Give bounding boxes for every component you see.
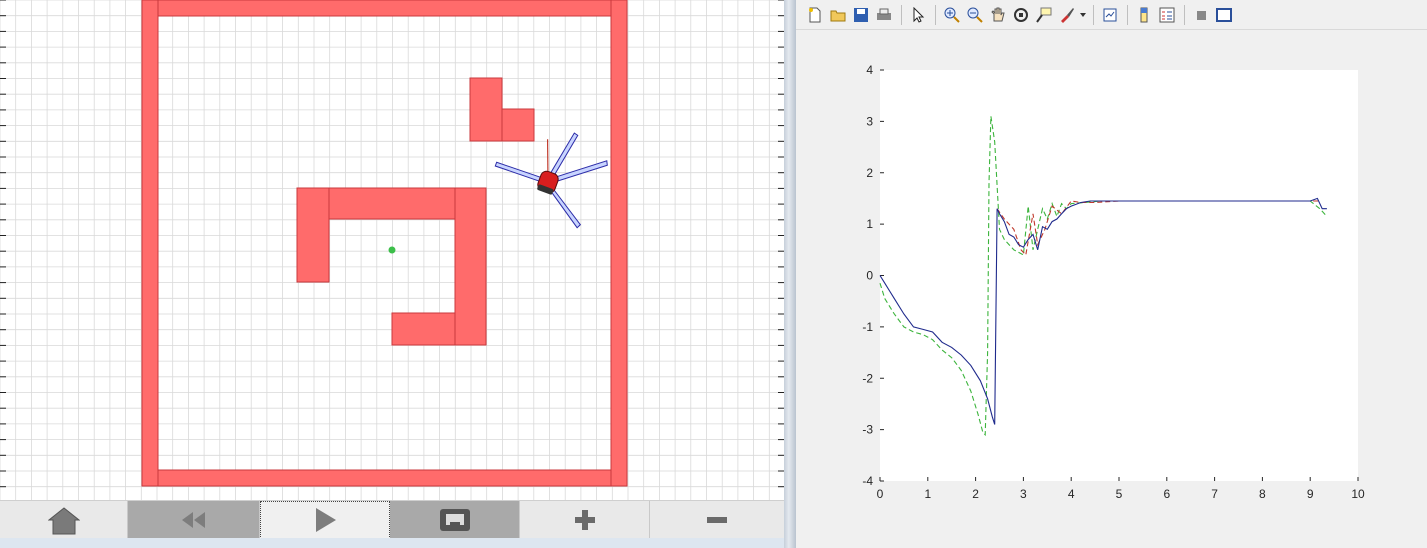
y-tick-label: 2 — [866, 166, 873, 180]
plus-icon — [574, 510, 595, 530]
x-tick-label: 6 — [1163, 487, 1170, 501]
minus-icon — [707, 517, 727, 523]
print-icon[interactable] — [873, 4, 895, 26]
y-tick-label: -2 — [862, 371, 873, 385]
new-file-icon[interactable] — [804, 4, 826, 26]
pointer-icon[interactable] — [907, 4, 929, 26]
network-button[interactable] — [390, 501, 520, 539]
figure-toolbar — [796, 0, 1427, 30]
colorbar-icon[interactable] — [1133, 4, 1155, 26]
toolbar-separator — [1184, 4, 1185, 25]
toolbar-separator — [1093, 4, 1094, 25]
x-tick-label: 0 — [877, 487, 884, 501]
y-tick-label: -4 — [862, 474, 873, 488]
walls — [141, 0, 628, 487]
dock-icon[interactable] — [1213, 4, 1235, 26]
brush-icon[interactable] — [1056, 4, 1078, 26]
y-tick-label: -3 — [862, 423, 873, 437]
link-plot-icon[interactable] — [1099, 4, 1121, 26]
x-tick-label: 9 — [1307, 487, 1314, 501]
x-tick-label: 5 — [1116, 487, 1123, 501]
hide-tools-icon[interactable] — [1190, 4, 1212, 26]
toolbar-separator — [935, 4, 936, 25]
data-cursor-icon[interactable] — [1033, 4, 1055, 26]
x-tick-label: 1 — [924, 487, 931, 501]
save-icon[interactable] — [850, 4, 872, 26]
obstacle-block — [501, 108, 535, 142]
simulator-toolbar — [0, 500, 784, 539]
play-button[interactable] — [260, 501, 390, 539]
open-folder-icon[interactable] — [827, 4, 849, 26]
x-tick-label: 3 — [1020, 487, 1027, 501]
zoom-out-icon[interactable] — [964, 4, 986, 26]
home-button[interactable] — [0, 501, 128, 539]
toolbar-separator — [901, 4, 902, 25]
sensor-ray — [548, 160, 608, 185]
home-icon — [47, 507, 80, 535]
plot-canvas[interactable]: 0 1 2 3 4 5 6 7 8 9 1043210-1-2-3-4 — [796, 30, 1427, 530]
simulator-canvas[interactable] — [0, 0, 784, 500]
obstacle-block — [328, 187, 456, 220]
ethernet-icon — [439, 509, 470, 531]
rewind-icon — [181, 512, 205, 528]
wall-right — [610, 0, 628, 487]
goal-marker — [388, 246, 396, 254]
wall-left — [141, 0, 159, 487]
y-tick-label: 4 — [866, 63, 873, 77]
wall-top — [141, 0, 628, 17]
pan-hand-icon[interactable] — [987, 4, 1009, 26]
ruler-left — [0, 0, 6, 488]
y-tick-label: 1 — [866, 217, 873, 231]
figure-window: 0 1 2 3 4 5 6 7 8 9 10 4 3 2 1 0 -1 -2 -3 -4 — [796, 0, 1427, 548]
x-tick-label: 8 — [1259, 487, 1266, 501]
legend-icon[interactable] — [1156, 4, 1178, 26]
wall-bottom — [141, 469, 628, 487]
zoom-in-icon[interactable] — [941, 4, 963, 26]
zoom-in-button[interactable] — [520, 501, 650, 539]
axes-background — [880, 70, 1358, 481]
rewind-button[interactable] — [128, 501, 260, 539]
x-tick-label: 2 — [972, 487, 979, 501]
y-tick-label: 0 — [866, 269, 873, 283]
simulator-status-strip — [0, 538, 784, 548]
y-tick-label: -1 — [862, 320, 873, 334]
obstacle-block — [296, 187, 330, 283]
simulator-pane — [0, 0, 784, 548]
x-tick-label: 10 — [1351, 487, 1365, 501]
brush-dropdown-icon[interactable] — [1079, 4, 1087, 26]
obstacle-block — [469, 77, 503, 142]
y-tick-label: 3 — [866, 114, 873, 128]
obstacle-block — [454, 187, 487, 346]
x-tick-label: 4 — [1068, 487, 1075, 501]
window-divider[interactable] — [784, 0, 796, 548]
x-tick-label: 7 — [1211, 487, 1218, 501]
zoom-out-button[interactable] — [650, 501, 784, 539]
rotate-3d-icon[interactable] — [1010, 4, 1032, 26]
toolbar-separator — [1127, 4, 1128, 25]
play-icon — [316, 508, 336, 532]
obstacle-block — [391, 312, 456, 346]
